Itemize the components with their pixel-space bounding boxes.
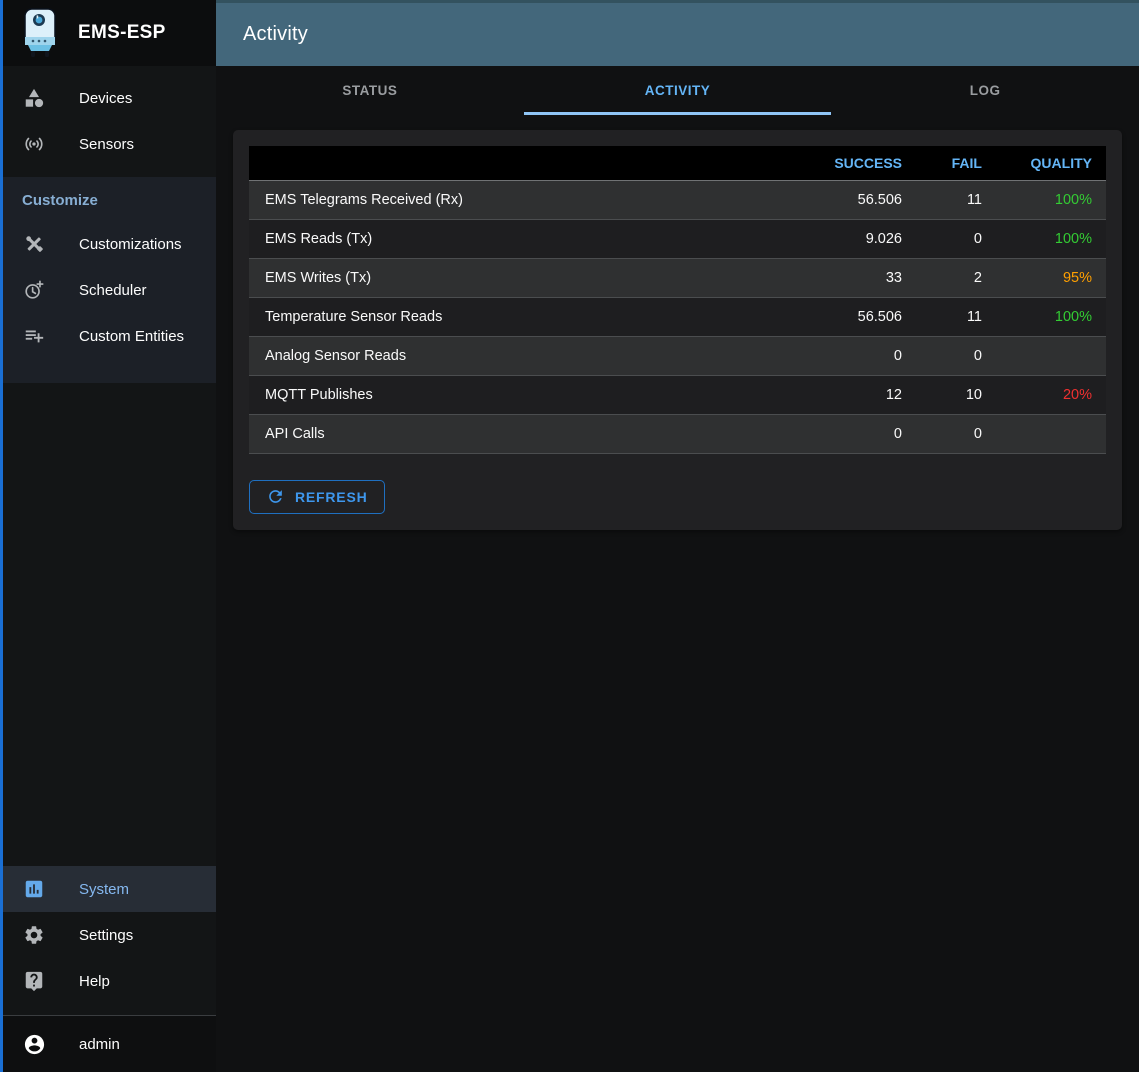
sidebar-item-customizations[interactable]: Customizations — [0, 221, 216, 267]
sidebar-item-admin[interactable]: admin — [0, 1021, 216, 1067]
refresh-button[interactable]: REFRESH — [249, 480, 385, 514]
refresh-icon — [266, 487, 285, 506]
sidebar-item-settings[interactable]: Settings — [0, 912, 216, 958]
column-header-name — [249, 146, 806, 180]
row-fail: 0 — [916, 336, 996, 375]
sidebar-item-devices[interactable]: Devices — [0, 75, 216, 121]
sidebar-section-bottom: Settings Help — [0, 912, 216, 1015]
sidebar-item-sensors[interactable]: Sensors — [0, 121, 216, 167]
sidebar-header: EMS-ESP — [0, 0, 216, 66]
sidebar-item-scheduler[interactable]: Scheduler — [0, 267, 216, 313]
main-area: Activity STATUS ACTIVITY LOG SUCCESS FAI… — [216, 0, 1139, 1072]
sidebar-section-main: Devices Sensors — [0, 66, 216, 177]
sidebar-spacer — [0, 383, 216, 866]
boiler-logo-icon — [20, 7, 62, 59]
sidebar-item-help[interactable]: Help — [0, 958, 216, 1004]
column-header-fail: FAIL — [916, 146, 996, 180]
sidebar-item-label: Customizations — [79, 236, 182, 253]
row-name: Analog Sensor Reads — [249, 336, 806, 375]
table-row: EMS Telegrams Received (Rx) 56.506 11 10… — [249, 180, 1106, 219]
sidebar-section-customize: Customize Customizations Scheduler — [0, 177, 216, 383]
page-title: Activity — [243, 23, 308, 46]
row-quality — [996, 336, 1106, 375]
analytics-icon — [22, 877, 46, 901]
table-row: EMS Writes (Tx) 33 2 95% — [249, 258, 1106, 297]
sidebar-section-user: admin — [0, 1016, 216, 1072]
tab-bar: STATUS ACTIVITY LOG — [216, 66, 1139, 115]
sidebar-item-label: Settings — [79, 927, 133, 944]
refresh-button-label: REFRESH — [295, 489, 368, 505]
row-quality: 100% — [996, 297, 1106, 336]
row-success: 12 — [806, 375, 916, 414]
customize-section-header: Customize — [0, 181, 216, 221]
sidebar: EMS-ESP Devices Sensors Customize — [0, 0, 216, 1072]
table-row: MQTT Publishes 12 10 20% — [249, 375, 1106, 414]
tab-log[interactable]: LOG — [831, 66, 1139, 115]
table-row: Temperature Sensor Reads 56.506 11 100% — [249, 297, 1106, 336]
tab-status[interactable]: STATUS — [216, 66, 524, 115]
row-fail: 10 — [916, 375, 996, 414]
sidebar-item-custom-entities[interactable]: Custom Entities — [0, 313, 216, 359]
row-quality: 100% — [996, 180, 1106, 219]
row-fail: 0 — [916, 414, 996, 453]
row-quality: 100% — [996, 219, 1106, 258]
app-title: EMS-ESP — [78, 22, 166, 44]
activity-card: SUCCESS FAIL QUALITY EMS Telegrams Recei… — [233, 130, 1122, 530]
construction-icon — [22, 232, 46, 256]
gear-icon — [22, 923, 46, 947]
row-name: API Calls — [249, 414, 806, 453]
sidebar-item-label: Sensors — [79, 136, 134, 153]
table-row: Analog Sensor Reads 0 0 — [249, 336, 1106, 375]
live-help-icon — [22, 969, 46, 993]
activity-table: SUCCESS FAIL QUALITY EMS Telegrams Recei… — [249, 146, 1106, 454]
account-circle-icon — [22, 1032, 46, 1056]
row-quality — [996, 414, 1106, 453]
row-quality: 95% — [996, 258, 1106, 297]
username-label: admin — [79, 1036, 120, 1053]
row-name: EMS Reads (Tx) — [249, 219, 806, 258]
row-success: 56.506 — [806, 297, 916, 336]
row-quality: 20% — [996, 375, 1106, 414]
window-edge-accent — [0, 0, 3, 1072]
sidebar-item-label: Help — [79, 973, 110, 990]
sidebar-item-label: Custom Entities — [79, 328, 184, 345]
row-success: 0 — [806, 414, 916, 453]
more-time-icon — [22, 278, 46, 302]
tab-activity[interactable]: ACTIVITY — [524, 66, 832, 115]
playlist-add-icon — [22, 324, 46, 348]
category-icon — [22, 86, 46, 110]
content-area: SUCCESS FAIL QUALITY EMS Telegrams Recei… — [216, 115, 1139, 1072]
column-header-success: SUCCESS — [806, 146, 916, 180]
sidebar-item-label: Devices — [79, 90, 132, 107]
sensors-icon — [22, 132, 46, 156]
row-name: EMS Telegrams Received (Rx) — [249, 180, 806, 219]
app-bar: Activity — [216, 0, 1139, 66]
row-success: 56.506 — [806, 180, 916, 219]
row-name: Temperature Sensor Reads — [249, 297, 806, 336]
row-name: EMS Writes (Tx) — [249, 258, 806, 297]
row-success: 33 — [806, 258, 916, 297]
table-header-row: SUCCESS FAIL QUALITY — [249, 146, 1106, 180]
row-success: 9.026 — [806, 219, 916, 258]
row-fail: 11 — [916, 297, 996, 336]
row-fail: 11 — [916, 180, 996, 219]
sidebar-item-label: System — [79, 881, 129, 898]
sidebar-item-label: Scheduler — [79, 282, 147, 299]
table-row: API Calls 0 0 — [249, 414, 1106, 453]
row-fail: 2 — [916, 258, 996, 297]
row-fail: 0 — [916, 219, 996, 258]
row-name: MQTT Publishes — [249, 375, 806, 414]
row-success: 0 — [806, 336, 916, 375]
column-header-quality: QUALITY — [996, 146, 1106, 180]
table-row: EMS Reads (Tx) 9.026 0 100% — [249, 219, 1106, 258]
sidebar-item-system[interactable]: System — [0, 866, 216, 912]
